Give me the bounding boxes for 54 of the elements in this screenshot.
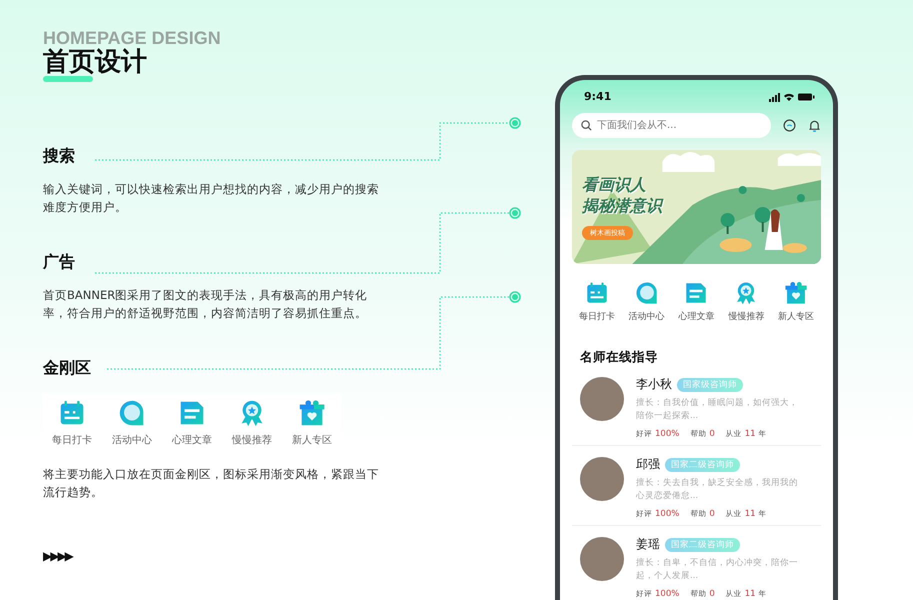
title-tag: 国家级咨询师 bbox=[677, 378, 743, 392]
stat-value: 100% bbox=[655, 589, 680, 599]
title-tag: 国家二级咨询师 bbox=[665, 458, 740, 472]
banner-headline: 揭秘潜意识 bbox=[582, 195, 662, 216]
arrow-marks: ▶▶▶▶ bbox=[43, 549, 74, 563]
description-text: 首页BANNER图采用了图文的表现手法，具有极高的用户转化率，符合用户的舒适视野范围，内容简洁明了容易抓住重点。 bbox=[43, 287, 368, 322]
chat-icon[interactable] bbox=[783, 119, 796, 132]
page-title: 首页设计 bbox=[43, 48, 147, 76]
avatar bbox=[580, 377, 624, 421]
counselor-bio: 擅长：自我价值，睡眠问题，如何强大，陪你一起探索... bbox=[636, 397, 799, 423]
highlight-bar bbox=[43, 76, 93, 82]
stat-value: 0 bbox=[709, 509, 715, 519]
title-tag: 国家二级咨询师 bbox=[665, 538, 740, 552]
gift-icon bbox=[783, 280, 810, 306]
shortcut-label: 活动中心 bbox=[112, 434, 152, 447]
status-time: 9:41 bbox=[584, 90, 612, 103]
counselor-name: 邱强 bbox=[636, 456, 660, 473]
avatar bbox=[580, 457, 624, 501]
stat-value: 11 bbox=[744, 509, 756, 519]
shortcut-item[interactable]: 每日打卡 bbox=[572, 280, 622, 323]
section-heading: 广告 bbox=[43, 252, 76, 272]
counselor-name: 李小秋 bbox=[636, 376, 672, 393]
search-icon bbox=[581, 120, 592, 131]
stat-value: 100% bbox=[655, 509, 680, 519]
shortcut-label: 心理文章 bbox=[172, 434, 212, 447]
bell-icon[interactable] bbox=[808, 118, 821, 132]
stat-value: 11 bbox=[744, 429, 756, 439]
stat-value: 0 bbox=[709, 589, 715, 599]
shortcut-label: 慢慢推荐 bbox=[232, 434, 272, 447]
banner-headline: 看画识人 bbox=[582, 174, 646, 195]
shortcut-item[interactable]: 心理文章 bbox=[672, 280, 722, 323]
section-heading: 搜索 bbox=[43, 146, 76, 166]
status-icons bbox=[769, 92, 815, 102]
shortcut-label: 每日打卡 bbox=[52, 434, 92, 447]
gift-icon bbox=[297, 398, 327, 428]
shortcut-item[interactable]: 慢慢推荐 bbox=[721, 280, 772, 323]
stat-value: 11 bbox=[744, 589, 756, 599]
counselor-bio: 擅长：失去自我，缺乏安全感，我用我的心灵恋爱倦怠... bbox=[636, 477, 799, 503]
counselor-name: 姜瑶 bbox=[636, 536, 660, 553]
section-heading: 金刚区 bbox=[43, 358, 92, 378]
stat-value: 100% bbox=[655, 429, 680, 439]
description-text: 将主要功能入口放在页面金刚区，图标采用渐变风格，紧跟当下流行趋势。 bbox=[43, 466, 380, 501]
shortcut-label: 新人专区 bbox=[292, 434, 332, 447]
stat-value: 0 bbox=[709, 429, 715, 439]
search-bar[interactable]: 下面我们会从不... bbox=[572, 113, 771, 138]
shortcut-item[interactable]: 新人专区 bbox=[771, 280, 821, 323]
counselor-bio: 擅长：自卑，不自信，内心冲突，陪你一起，个人发展... bbox=[636, 557, 799, 583]
shortcut-item[interactable]: 活动中心 bbox=[622, 280, 672, 323]
section-title: 名师在线指导 bbox=[580, 349, 659, 366]
description-text: 输入关键词，可以快速检索出用户想找的内容，减少用户的搜索难度方便用户。 bbox=[43, 181, 380, 216]
search-input[interactable]: 下面我们会从不... bbox=[597, 120, 747, 131]
avatar bbox=[580, 537, 624, 581]
section-subtitle: HOMEPAGE DESIGN bbox=[43, 28, 221, 48]
bubble-icon bbox=[634, 280, 660, 306]
